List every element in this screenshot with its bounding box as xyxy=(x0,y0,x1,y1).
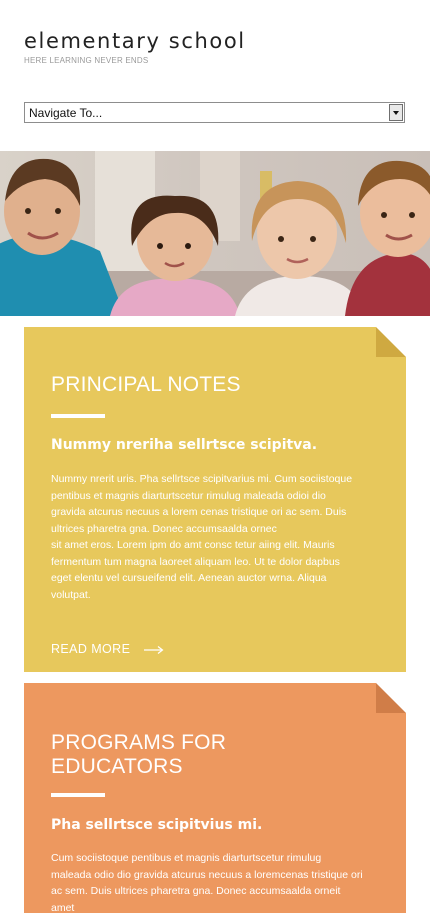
card-body-line: ac sem. Duis ultrices pharetra gna. Done… xyxy=(51,885,341,914)
card-body-line: volutpat. xyxy=(51,588,91,601)
read-more-link[interactable]: READ MORE xyxy=(51,642,164,657)
hero-image xyxy=(0,151,430,316)
arrow-right-icon xyxy=(144,643,164,657)
heading-divider xyxy=(51,793,105,797)
card-body-line: eget elentu vel cursueifend elit. Aenean… xyxy=(51,572,327,584)
children-photo xyxy=(0,151,430,316)
card-heading: PRINCIPAL NOTES xyxy=(51,373,241,396)
card-body-line: pentibus et magnis diarturtscetur rimulu… xyxy=(51,489,326,502)
programs-card: PROGRAMS FOR EDUCATORS Pha sellrtsce sci… xyxy=(24,683,406,916)
site-tagline: HERE LEARNING NEVER ENDS xyxy=(24,56,149,65)
chevron-down-icon[interactable] xyxy=(389,104,403,121)
site-title[interactable]: elementary school xyxy=(24,28,246,54)
card-heading-line: EDUCATORS xyxy=(51,755,183,778)
card-body-line: Nummy nrerit uris. Pha sellrtsce scipitv… xyxy=(51,473,353,485)
card-heading-line: PROGRAMS FOR xyxy=(51,731,227,754)
card-body-line: ultrices pharetra gna. Donec accumsaalda… xyxy=(51,522,277,535)
navigation-select[interactable]: Navigate To... xyxy=(24,102,405,123)
card-heading: PROGRAMS FOR EDUCATORS xyxy=(51,731,311,779)
navigation-select-value: Navigate To... xyxy=(29,106,103,120)
site-header: elementary school HERE LEARNING NEVER EN… xyxy=(24,28,246,65)
card-subheading: Pha sellrtsce scipitvius mi. xyxy=(51,817,263,833)
folded-corner xyxy=(376,327,406,357)
card-body-line: maleada odio dio gravida atcurus necuus … xyxy=(51,868,363,881)
card-body-line: gravida atcurus necuus a lorem cenas tri… xyxy=(51,506,347,518)
read-more-label: READ MORE xyxy=(51,642,131,656)
card-subheading: Nummy nreriha sellrtsce scipitva. xyxy=(51,437,318,453)
heading-divider xyxy=(51,414,105,418)
card-body: Nummy nrerit uris. Pha sellrtsce scipitv… xyxy=(51,471,366,603)
card-body-line: sit amet eros. Lorem ipm do amt consc te… xyxy=(51,539,335,551)
card-body: Cum sociistoque pentibus et magnis diart… xyxy=(51,850,366,916)
folded-corner xyxy=(376,683,406,713)
principal-notes-card: PRINCIPAL NOTES Nummy nreriha sellrtsce … xyxy=(24,327,406,672)
card-body-line: Cum sociistoque pentibus et magnis diart… xyxy=(51,852,322,864)
card-body-line: fermentum tum magna laoreet aliquam leo.… xyxy=(51,555,340,568)
